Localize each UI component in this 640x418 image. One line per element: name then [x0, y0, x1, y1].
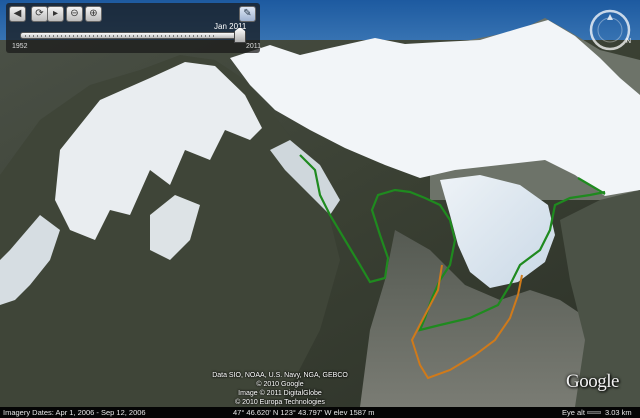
slider-ticks: [25, 35, 215, 37]
compass-icon[interactable]: N: [588, 8, 632, 52]
status-bar: Imagery Dates: Apr 1, 2006 - Sep 12, 200…: [0, 407, 640, 418]
eye-alt-value: 3.03 km: [605, 408, 632, 417]
zoom-out-icon[interactable]: ⊖: [66, 6, 83, 22]
google-logo: Google: [566, 371, 619, 392]
zoom-in-icon[interactable]: ⊕: [85, 6, 102, 22]
attribution-line: Image © 2011 DigitalGlobe: [238, 390, 322, 397]
play-icon[interactable]: ⟳: [31, 6, 48, 22]
compass-north-label: N: [626, 38, 631, 45]
imagery-dates: Imagery Dates: Apr 1, 2006 - Sep 12, 200…: [3, 408, 146, 417]
forward-icon[interactable]: ▸: [47, 6, 64, 22]
slider-end-year: 2011: [246, 43, 262, 50]
streaming-progress-bar: [587, 411, 601, 414]
eye-alt-label: Eye alt: [562, 408, 585, 417]
slider-start-year: 1952: [12, 43, 28, 50]
attribution-line: © 2010 Europa Technologies: [235, 399, 325, 406]
attribution-line: Data SIO, NOAA, U.S. Navy, NGA, GEBCO: [212, 372, 348, 379]
time-slider-panel: ◀ ⟳ ▸ ⊖ ⊕ ✎ Jan 2011 1952 2011: [6, 3, 262, 53]
attribution: Data SIO, NOAA, U.S. Navy, NGA, GEBCO © …: [200, 371, 360, 407]
cursor-coordinates: 47° 46.620' N 123° 43.797' W elev 1587 m: [233, 408, 375, 417]
attribution-line: © 2010 Google: [256, 381, 304, 388]
back-icon[interactable]: ◀: [9, 6, 26, 22]
time-slider-track[interactable]: [20, 32, 246, 39]
wrench-icon[interactable]: ✎: [239, 6, 256, 22]
terrain-view[interactable]: [0, 0, 640, 418]
